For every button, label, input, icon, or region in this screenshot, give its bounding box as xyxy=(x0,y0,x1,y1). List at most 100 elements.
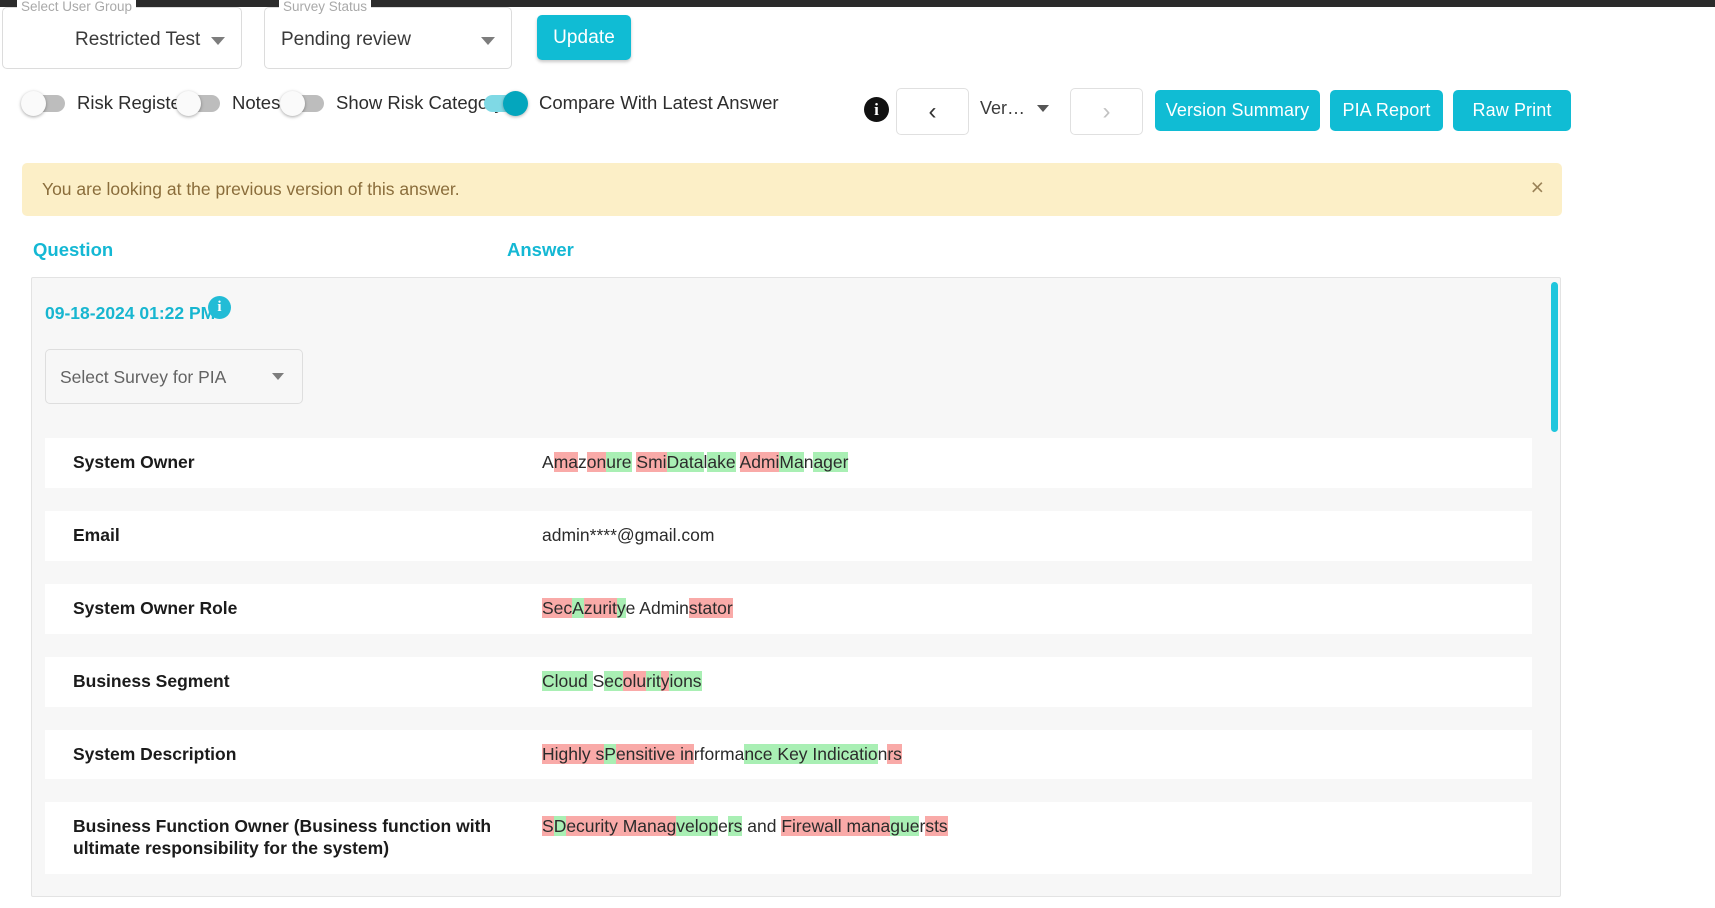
diff-inserted-text: ager xyxy=(813,452,849,472)
question-cell: Email xyxy=(73,524,120,545)
question-cell: Business Segment xyxy=(73,670,230,691)
row-spacer xyxy=(45,779,1532,803)
row-spacer xyxy=(45,487,1532,511)
chevron-down-icon xyxy=(1037,105,1050,112)
diff-inserted-text: gue xyxy=(890,816,920,837)
select-user-group-field[interactable]: Select User Group Restricted Test xyxy=(2,0,242,69)
notes-switch[interactable] xyxy=(176,90,220,116)
switch-knob xyxy=(280,90,305,116)
toggle-compare-with-latest-answer-label: Compare With Latest Answer xyxy=(539,92,779,113)
risk-register-switch[interactable] xyxy=(21,90,65,116)
diff-inserted-text: rit xyxy=(646,670,661,691)
version-summary-button[interactable]: Version Summary xyxy=(1155,90,1320,131)
select-user-group-label: Select User Group xyxy=(17,0,137,14)
close-icon[interactable]: × xyxy=(1531,175,1544,200)
row-spacer xyxy=(45,633,1532,657)
toggle-compare-with-latest-answer[interactable]: Compare With Latest Answer xyxy=(484,90,779,116)
update-button[interactable]: Update xyxy=(537,15,631,60)
answer-cell: SecAzuritye Adminstator xyxy=(542,584,1532,634)
diff-deleted-text: S xyxy=(542,816,554,837)
diff-unchanged-text: and xyxy=(742,816,782,837)
table-row: Email admin****@gmail.com xyxy=(45,510,1532,561)
table-row: System Description Highly sPensitive inrf… xyxy=(45,729,1532,780)
diff-deleted-text: ecurity Manag xyxy=(566,816,677,837)
diff-inserted-text: ions xyxy=(669,670,702,691)
diff-unchanged-text: n xyxy=(803,452,814,472)
diff-inserted-text: Ma xyxy=(779,452,804,472)
question-cell: System Description xyxy=(73,743,237,764)
version-select-dropdown[interactable]: Ver… xyxy=(980,98,1050,119)
next-version-button[interactable]: › xyxy=(1070,88,1143,135)
diff-deleted-text: stator xyxy=(688,597,733,618)
diff-deleted-text: sts xyxy=(925,816,948,837)
pia-report-button[interactable]: PIA Report xyxy=(1330,90,1443,131)
diff-deleted-text: Firewall mana xyxy=(781,816,891,837)
toggle-risk-register-label: Risk Register xyxy=(77,92,187,113)
switch-knob xyxy=(21,90,46,116)
chevron-down-icon xyxy=(211,37,225,45)
answer-cell: SDecurity Managvelopers and Firewall man… xyxy=(542,802,1532,852)
table-row: System Owner Amazonure SmiDatalake AdmiMa… xyxy=(45,438,1532,488)
chevron-down-icon xyxy=(272,373,284,380)
diff-unchanged-text: n xyxy=(877,743,888,764)
answer-cell: Amazonure SmiDatalake AdmiManager xyxy=(542,438,1532,488)
diff-inserted-text: D xyxy=(553,816,567,837)
question-cell: System Owner Role xyxy=(73,597,238,618)
version-select-value: Ver… xyxy=(980,98,1026,118)
column-header-answer: Answer xyxy=(507,239,574,260)
row-spacer xyxy=(45,874,1532,896)
diff-inserted-text: ake xyxy=(707,452,736,472)
diff-unchanged-text: e Admin xyxy=(625,597,689,618)
diff-deleted-text: zurit xyxy=(583,597,617,618)
info-icon[interactable]: i xyxy=(208,296,231,319)
answer-cell: Highly sPensitive inrformance Key Indica… xyxy=(542,730,1532,780)
switch-knob xyxy=(176,90,201,116)
diff-inserted-text: ure xyxy=(606,452,632,472)
diff-unchanged-text: A xyxy=(542,452,554,472)
diff-inserted-text: P xyxy=(604,743,616,764)
row-spacer xyxy=(45,560,1532,584)
panel-scrollbar[interactable] xyxy=(1551,282,1558,432)
toggle-notes[interactable]: Notes xyxy=(176,90,280,116)
survey-status-field[interactable]: Survey Status Pending review xyxy=(264,0,512,69)
filter-bar: Select User Group Restricted Test Survey… xyxy=(0,0,1715,77)
diff-inserted-text: rs xyxy=(727,816,743,837)
diff-deleted-text: Admi xyxy=(739,452,780,472)
show-risk-category-switch[interactable] xyxy=(280,90,324,116)
raw-print-button[interactable]: Raw Print xyxy=(1453,90,1571,131)
column-header-question: Question xyxy=(33,239,114,260)
toggle-risk-register[interactable]: Risk Register xyxy=(21,90,187,116)
diff-inserted-text: velop xyxy=(676,816,719,837)
diff-unchanged-text xyxy=(736,452,740,472)
table-row: Business Segment Cloud Secolurityions xyxy=(45,656,1532,707)
switch-knob xyxy=(503,90,528,116)
select-survey-for-pia-dropdown[interactable]: Select Survey for PIA xyxy=(45,349,303,404)
alert-message: You are looking at the previous version … xyxy=(42,179,460,199)
app-page: Select User Group Restricted Test Survey… xyxy=(0,0,1715,908)
diff-deleted-text: ensitive in xyxy=(615,743,694,764)
diff-unchanged-text: e xyxy=(718,816,728,837)
toggle-show-risk-category-label: Show Risk Category xyxy=(336,92,504,113)
diff-inserted-text: nce Key Indicatio xyxy=(744,743,878,764)
chevron-down-icon xyxy=(481,37,495,45)
answer-cell: Cloud Secolurityions xyxy=(542,657,1532,707)
diff-deleted-text: olu xyxy=(622,670,647,691)
window-chrome-strip xyxy=(0,0,1715,7)
diff-deleted-text: Smi xyxy=(636,452,667,472)
previous-version-button[interactable]: ‹ xyxy=(896,88,969,135)
compare-with-latest-answer-switch[interactable] xyxy=(484,90,528,116)
diff-deleted-text: Highly s xyxy=(542,743,605,764)
row-spacer xyxy=(45,706,1532,730)
select-survey-for-pia-placeholder: Select Survey for PIA xyxy=(60,367,227,387)
diff-inserted-text: A xyxy=(572,597,584,618)
survey-status-label: Survey Status xyxy=(279,0,372,14)
answer-cell: admin****@gmail.com xyxy=(542,511,1532,561)
diff-inserted-text: Data xyxy=(666,452,704,472)
toggle-show-risk-category[interactable]: Show Risk Category xyxy=(280,90,504,116)
qa-rows: System Owner Amazonure SmiDatalake AdmiMa… xyxy=(45,438,1532,896)
diff-unchanged-text: S xyxy=(592,670,605,691)
diff-deleted-text: on xyxy=(586,452,607,472)
diff-inserted-text: y xyxy=(616,597,626,618)
diff-deleted-text: rs xyxy=(887,743,902,764)
info-icon[interactable]: i xyxy=(864,97,889,122)
